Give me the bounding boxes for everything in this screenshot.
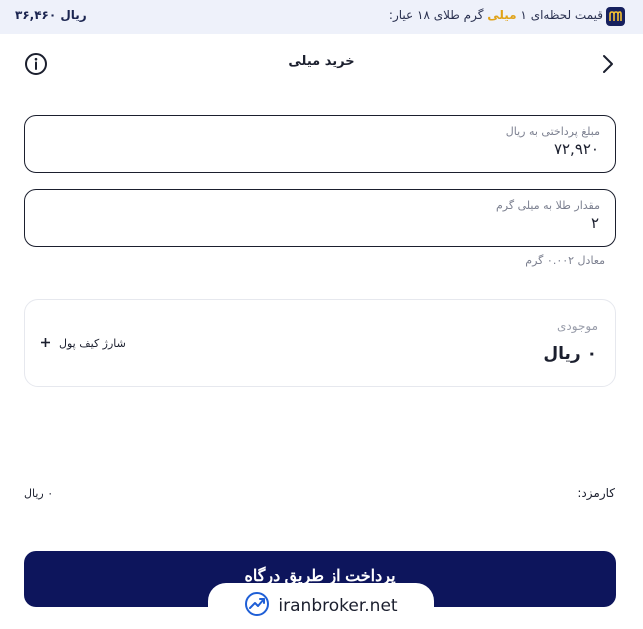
brand-logo-icon <box>606 7 625 26</box>
watermark-text: iranbroker.net <box>278 596 398 616</box>
gold-amount-field[interactable]: مقدار طلا به میلی گرم ۲ <box>24 189 616 247</box>
fee-label: کارمزد: <box>577 486 615 500</box>
page-title: خرید میلی <box>288 54 355 69</box>
live-price-bar: ۳۶,۴۶۰ ریال قیمت لحظه‌ای ۱ میلی گرم طلای… <box>0 0 643 34</box>
page-header: خرید میلی <box>0 44 643 82</box>
gold-amount-field-label: مقدار طلا به میلی گرم <box>495 199 600 212</box>
chevron-right-icon[interactable] <box>601 53 615 75</box>
gold-price-caption: قیمت لحظه‌ای ۱ میلی گرم طلای ۱۸ عیار: <box>389 8 603 22</box>
amount-input[interactable]: ۷۲,۹۲۰ <box>299 140 599 158</box>
gold-price-value: ۳۶,۴۶۰ ریال <box>15 8 87 22</box>
gold-amount-input[interactable]: ۲ <box>299 214 599 232</box>
wallet-topup-label: شارژ کیف پول <box>59 336 126 350</box>
plus-icon <box>40 336 51 351</box>
caption-highlight: میلی <box>487 8 517 22</box>
caption-text-start: قیمت لحظه‌ای ۱ <box>516 8 603 22</box>
buy-milli-page: ۳۶,۴۶۰ ریال قیمت لحظه‌ای ۱ میلی گرم طلای… <box>0 0 643 629</box>
balance-value: ۰ ریال <box>543 344 597 364</box>
equivalent-grams-text: معادل ۰.۰۰۲ گرم <box>525 254 605 267</box>
watermark-badge: iranbroker.net <box>208 583 434 629</box>
wallet-topup-button[interactable]: شارژ کیف پول <box>40 334 126 352</box>
chart-growth-icon <box>244 591 270 621</box>
wallet-balance-card: موجودی ۰ ریال شارژ کیف پول <box>24 299 616 387</box>
fee-value: ۰ ریال <box>24 487 54 500</box>
amount-field-label: مبلغ پرداختی به ریال <box>505 125 600 138</box>
caption-text-end: گرم طلای ۱۸ عیار: <box>388 8 488 22</box>
amount-field[interactable]: مبلغ پرداختی به ریال ۷۲,۹۲۰ <box>24 115 616 173</box>
balance-label: موجودی <box>557 319 598 333</box>
